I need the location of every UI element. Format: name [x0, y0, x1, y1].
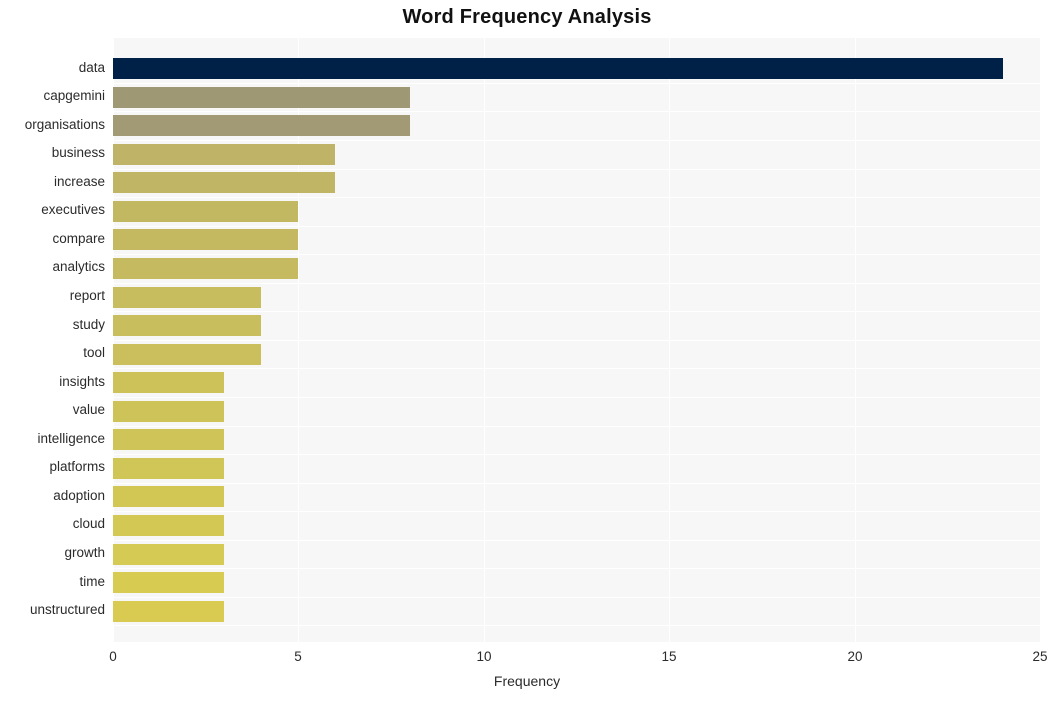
x-axis-tick-labels: 0510152025 — [113, 642, 1040, 672]
y-axis-tick-labels: data capgemini organisations business increa… — [0, 38, 1054, 642]
y-tick-label-business: business — [0, 145, 105, 160]
y-tick-label-increase: increase — [0, 174, 105, 189]
x-tick-label-15: 15 — [661, 649, 676, 664]
y-tick-label-report: report — [0, 288, 105, 303]
x-tick-label-5: 5 — [294, 649, 302, 664]
x-tick-label-25: 25 — [1032, 649, 1047, 664]
chart-title: Word Frequency Analysis — [0, 6, 1054, 29]
y-tick-label-value: value — [0, 402, 105, 417]
y-tick-label-cloud: cloud — [0, 516, 105, 531]
y-tick-label-capgemini: capgemini — [0, 88, 105, 103]
y-tick-label-compare: compare — [0, 231, 105, 246]
x-tick-label-0: 0 — [109, 649, 117, 664]
y-tick-label-insights: insights — [0, 374, 105, 389]
y-tick-label-time: time — [0, 574, 105, 589]
x-tick-label-20: 20 — [847, 649, 862, 664]
x-axis-title: Frequency — [0, 673, 1054, 689]
y-tick-label-data: data — [0, 60, 105, 75]
y-tick-label-executives: executives — [0, 202, 105, 217]
y-tick-label-analytics: analytics — [0, 259, 105, 274]
y-tick-label-unstructured: unstructured — [0, 602, 105, 617]
y-tick-label-growth: growth — [0, 545, 105, 560]
y-tick-label-tool: tool — [0, 345, 105, 360]
x-tick-label-10: 10 — [476, 649, 491, 664]
word-frequency-chart: Word Frequency Analysis data capgemini org… — [0, 0, 1054, 701]
y-tick-label-intelligence: intelligence — [0, 431, 105, 446]
y-tick-label-organisations: organisations — [0, 117, 105, 132]
y-tick-label-adoption: adoption — [0, 488, 105, 503]
y-tick-label-study: study — [0, 317, 105, 332]
y-tick-label-platforms: platforms — [0, 459, 105, 474]
